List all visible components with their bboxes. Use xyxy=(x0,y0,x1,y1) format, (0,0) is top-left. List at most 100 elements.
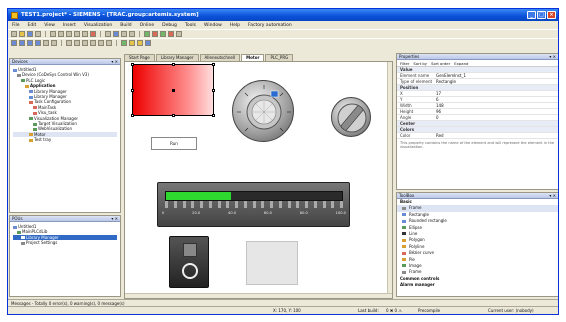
menu-online[interactable]: Online xyxy=(140,23,155,28)
ungroup-icon[interactable] xyxy=(106,40,112,46)
menu-visualization[interactable]: Visualization xyxy=(84,23,112,28)
logout-icon[interactable] xyxy=(152,31,158,37)
menu-window[interactable]: Window xyxy=(204,23,222,28)
rotary-knob-element[interactable] xyxy=(232,80,294,142)
same-size-icon[interactable] xyxy=(74,40,80,46)
rebuild-icon[interactable] xyxy=(121,31,127,37)
resize-handle[interactable] xyxy=(212,89,215,92)
build-icon[interactable] xyxy=(113,31,119,37)
delete-icon[interactable] xyxy=(90,31,96,37)
property-value[interactable]: Red xyxy=(436,133,444,138)
preview-icon[interactable] xyxy=(145,40,151,46)
center-handle[interactable] xyxy=(172,89,175,92)
zoom-out-icon[interactable] xyxy=(137,40,143,46)
align-right-icon[interactable] xyxy=(19,40,25,46)
tab-library-manager[interactable]: Library Manager xyxy=(155,54,199,61)
menu-debug[interactable]: Debug xyxy=(162,23,177,28)
find-icon[interactable] xyxy=(105,31,111,37)
resize-handle[interactable] xyxy=(212,114,215,117)
property-value[interactable]: 6 xyxy=(436,97,439,102)
rotary-switch-element[interactable] xyxy=(331,97,371,137)
reset-icon[interactable] xyxy=(176,31,182,37)
menu-insert[interactable]: Insert xyxy=(63,23,76,28)
maximize-icon[interactable]: □ xyxy=(537,11,546,19)
canvas-vertical-scrollbar[interactable] xyxy=(387,62,392,298)
clean-icon[interactable] xyxy=(129,31,135,37)
property-value[interactable]: GenElemInst_1 xyxy=(436,73,466,78)
image-placeholder-element[interactable] xyxy=(246,241,298,285)
pane-close-icon[interactable]: ▾ ✕ xyxy=(111,59,118,65)
menu-build[interactable]: Build xyxy=(120,23,131,28)
pane-close-icon[interactable]: ▾ ✕ xyxy=(111,216,118,222)
close-icon[interactable]: × xyxy=(547,11,556,19)
tab-start-page[interactable]: Start Page xyxy=(124,54,155,61)
save-icon[interactable] xyxy=(27,31,33,37)
stop-icon[interactable] xyxy=(168,31,174,37)
property-key: Height xyxy=(400,109,414,114)
filter-button[interactable]: Filter xyxy=(400,60,409,66)
tab-plc-prg[interactable]: PLC_PRG xyxy=(265,54,294,61)
same-height-icon[interactable] xyxy=(66,40,72,46)
redo-icon[interactable] xyxy=(58,31,64,37)
run-button-element[interactable]: Run xyxy=(151,137,197,150)
login-icon[interactable] xyxy=(144,31,150,37)
resize-handle[interactable] xyxy=(131,114,134,117)
print-icon[interactable] xyxy=(35,31,41,37)
grid-icon[interactable] xyxy=(121,40,127,46)
property-value[interactable]: 96 xyxy=(436,109,441,114)
align-center-icon[interactable] xyxy=(43,40,49,46)
tab-motor[interactable]: Motor xyxy=(241,54,265,61)
bar-tick xyxy=(331,201,335,208)
canvas-horizontal-scrollbar[interactable] xyxy=(125,293,392,298)
visualization-canvas[interactable]: Run 0 20.0 40.0 60.0 80.0 100.0 xyxy=(124,61,393,299)
sort-order-button[interactable]: Sort order xyxy=(431,60,450,66)
menu-edit[interactable]: Edit xyxy=(28,23,37,28)
menu-factory-automation[interactable]: Factory automation xyxy=(248,23,292,28)
minimize-icon[interactable]: _ xyxy=(527,11,536,19)
tab-alleneutschnell[interactable]: Alleneutschnell xyxy=(199,54,241,61)
menu-view[interactable]: View xyxy=(44,23,55,28)
red-rectangle-element[interactable] xyxy=(131,63,215,117)
property-value[interactable]: Rectangle xyxy=(436,79,456,84)
resize-handle[interactable] xyxy=(131,63,134,66)
tree-item-project-settings[interactable]: Project Settings xyxy=(13,240,117,245)
align-left-icon[interactable] xyxy=(11,40,17,46)
new-file-icon[interactable] xyxy=(11,31,17,37)
same-width-icon[interactable] xyxy=(51,40,57,46)
align-bottom-icon[interactable] xyxy=(35,40,41,46)
align-top-icon[interactable] xyxy=(27,40,33,46)
sort-by-button[interactable]: Sort by xyxy=(413,60,427,66)
undo-icon[interactable] xyxy=(50,31,56,37)
resize-handle[interactable] xyxy=(212,63,215,66)
open-folder-icon[interactable] xyxy=(19,31,25,37)
toggle-switch-element[interactable] xyxy=(169,236,209,288)
cursor-coordinates: X: 170, Y: 100 xyxy=(273,308,301,313)
project-icon xyxy=(13,68,17,72)
knob-scale-icon xyxy=(237,85,291,132)
cut-icon[interactable] xyxy=(66,31,72,37)
zoom-in-icon[interactable] xyxy=(129,40,135,46)
copy-icon[interactable] xyxy=(74,31,80,37)
toolbox-category-alarm-manager[interactable]: Alarm manager xyxy=(397,282,558,288)
paste-icon[interactable] xyxy=(82,31,88,37)
menu-file[interactable]: File xyxy=(12,23,20,28)
menu-help[interactable]: Help xyxy=(230,23,240,28)
tree-item-test-tray[interactable]: Test tray xyxy=(13,137,117,142)
bar-display-element[interactable]: 0 20.0 40.0 60.0 80.0 100.0 xyxy=(157,182,350,227)
resize-handle[interactable] xyxy=(172,114,175,117)
pane-close-icon[interactable]: ▾ ✕ xyxy=(549,54,556,60)
send-to-back-icon[interactable] xyxy=(90,40,96,46)
property-value[interactable]: 148 xyxy=(436,103,444,108)
run-icon[interactable] xyxy=(160,31,166,37)
toolbox-item[interactable]: Frame xyxy=(397,269,558,275)
power-ring-icon xyxy=(182,263,198,279)
menu-tools[interactable]: Tools xyxy=(185,23,196,28)
pane-close-icon[interactable]: ▾ ✕ xyxy=(549,193,556,199)
bring-to-front-icon[interactable] xyxy=(82,40,88,46)
property-value[interactable]: 17 xyxy=(436,91,441,96)
group-icon[interactable] xyxy=(98,40,104,46)
resize-handle[interactable] xyxy=(131,89,134,92)
property-value[interactable]: 0 xyxy=(436,115,439,120)
expand-button[interactable]: Expand xyxy=(454,60,468,66)
resize-handle[interactable] xyxy=(172,63,175,66)
